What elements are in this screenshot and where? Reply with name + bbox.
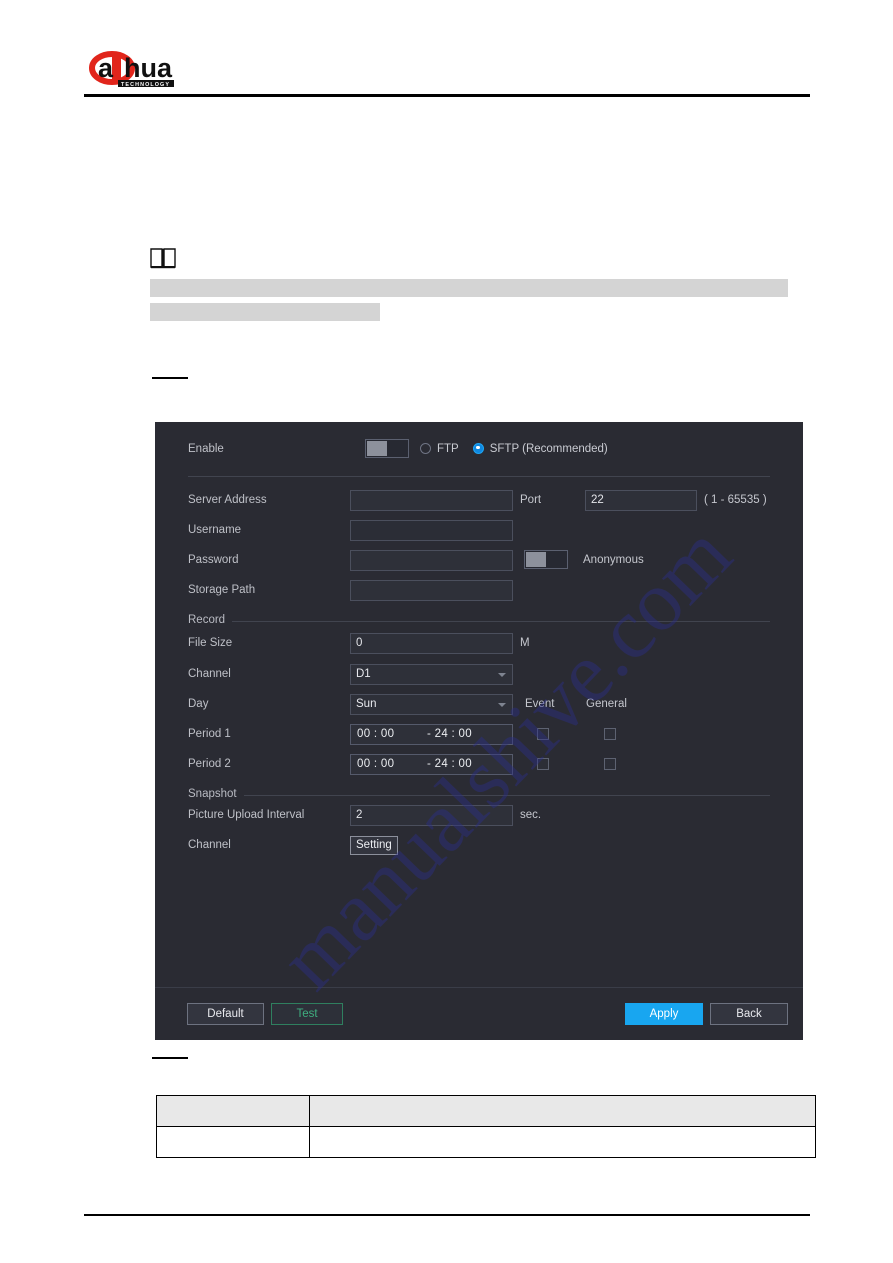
table-row	[156, 1126, 816, 1158]
password-label: Password	[188, 554, 239, 566]
table-cell	[156, 1126, 310, 1158]
period-1-end: - 24 : 00	[427, 728, 472, 740]
period-1-start: 00 : 00	[357, 728, 395, 740]
day-row: Day Sun Event General	[155, 689, 803, 719]
period-2-start: 00 : 00	[357, 758, 395, 770]
apply-button[interactable]: Apply	[625, 1003, 703, 1025]
anonymous-toggle[interactable]	[524, 550, 568, 569]
chevron-down-icon	[498, 703, 506, 707]
username-input[interactable]	[350, 520, 513, 541]
svg-text:TECHNOLOGY: TECHNOLOGY	[121, 82, 170, 88]
day-label: Day	[188, 698, 209, 710]
server-address-label: Server Address	[188, 494, 267, 506]
book-note-icon	[150, 247, 176, 269]
back-button[interactable]: Back	[710, 1003, 788, 1025]
toggle-knob	[367, 441, 387, 456]
ftp-radio[interactable]	[420, 442, 431, 454]
snapshot-channel-label: Channel	[188, 839, 231, 851]
snapshot-channel-row: Channel Setting	[155, 830, 803, 860]
server-address-row: Server Address Port 22 ( 1 - 65535 )	[155, 485, 803, 515]
port-range-hint: ( 1 - 65535 )	[704, 494, 767, 506]
redacted-text-line	[150, 279, 788, 297]
record-channel-row: Channel D1	[155, 659, 803, 689]
file-size-row: File Size 0 M	[155, 628, 803, 658]
section-divider	[188, 476, 770, 477]
enable-label: Enable	[188, 443, 224, 455]
header-divider	[84, 94, 810, 97]
page-header: a hua TECHNOLOGY	[84, 44, 810, 102]
redacted-text-line	[150, 303, 380, 321]
table-header-cell	[156, 1095, 310, 1127]
picture-upload-interval-input[interactable]: 2	[350, 805, 513, 826]
period-2-general-checkbox[interactable]	[604, 758, 616, 770]
record-channel-value: D1	[356, 668, 371, 680]
svg-text:a: a	[98, 53, 114, 83]
password-input[interactable]	[350, 550, 513, 571]
period-1-label: Period 1	[188, 728, 231, 740]
dialog-body: Enable FTP SFTP (Recommended) Server Addr…	[155, 422, 803, 988]
protocol-radio-group: FTP SFTP (Recommended)	[420, 434, 622, 464]
picture-upload-interval-row: Picture Upload Interval 2 sec.	[155, 800, 803, 830]
picture-upload-interval-unit: sec.	[520, 809, 542, 821]
sftp-radio-label: SFTP (Recommended)	[489, 443, 608, 455]
storage-path-input[interactable]	[350, 580, 513, 601]
anonymous-label: Anonymous	[583, 554, 644, 566]
enable-toggle[interactable]	[365, 439, 409, 458]
period-2-event-checkbox[interactable]	[537, 758, 549, 770]
storage-path-row: Storage Path	[155, 575, 803, 605]
period-2-timerange[interactable]: 00 : 00 - 24 : 00	[350, 754, 513, 775]
day-value: Sun	[356, 698, 377, 710]
ftp-settings-dialog: manualshive.com Enable FTP SFTP (Recommen…	[155, 422, 803, 1040]
period-1-timerange[interactable]: 00 : 00 - 24 : 00	[350, 724, 513, 745]
parameter-table	[156, 1095, 816, 1158]
figure-caption-rule	[152, 377, 188, 379]
ftp-radio-label: FTP	[437, 443, 459, 455]
table-caption-rule	[152, 1057, 188, 1059]
dialog-footer: Default Test Apply Back	[155, 987, 803, 1040]
table-header-row	[156, 1095, 816, 1127]
default-button[interactable]: Default	[187, 1003, 264, 1025]
day-select[interactable]: Sun	[350, 694, 513, 715]
record-channel-label: Channel	[188, 668, 231, 680]
file-size-label: File Size	[188, 637, 233, 649]
period-2-label: Period 2	[188, 758, 231, 770]
enable-row: Enable FTP SFTP (Recommended)	[155, 434, 803, 464]
footer-divider	[84, 1214, 810, 1216]
username-row: Username	[155, 515, 803, 545]
event-column-header: Event	[525, 698, 555, 710]
test-button[interactable]: Test	[271, 1003, 343, 1025]
svg-text:hua: hua	[124, 53, 173, 83]
record-section-rule	[188, 621, 770, 622]
port-input[interactable]: 22	[585, 490, 697, 511]
period-1-general-checkbox[interactable]	[604, 728, 616, 740]
table-header-cell	[309, 1095, 816, 1127]
period-2-row: Period 2 00 : 00 - 24 : 00	[155, 749, 803, 779]
sftp-radio[interactable]	[472, 442, 484, 454]
snapshot-channel-setting-button[interactable]: Setting	[350, 836, 398, 855]
period-1-row: Period 1 00 : 00 - 24 : 00	[155, 719, 803, 749]
snapshot-section-rule	[188, 795, 770, 796]
record-section-title: Record	[188, 612, 233, 628]
general-column-header: General	[586, 698, 627, 710]
port-label: Port	[520, 494, 542, 506]
table-cell	[309, 1126, 816, 1158]
storage-path-label: Storage Path	[188, 584, 256, 596]
server-address-input[interactable]	[350, 490, 513, 511]
period-1-event-checkbox[interactable]	[537, 728, 549, 740]
password-row: Password Anonymous	[155, 545, 803, 575]
file-size-input[interactable]: 0	[350, 633, 513, 654]
username-label: Username	[188, 524, 242, 536]
record-channel-select[interactable]: D1	[350, 664, 513, 685]
dahua-logo: a hua TECHNOLOGY	[88, 46, 268, 90]
snapshot-section-title: Snapshot	[188, 786, 244, 802]
picture-upload-interval-label: Picture Upload Interval	[188, 809, 305, 821]
file-size-unit: M	[520, 637, 530, 649]
period-2-end: - 24 : 00	[427, 758, 472, 770]
toggle-knob	[526, 552, 546, 567]
chevron-down-icon	[498, 673, 506, 677]
